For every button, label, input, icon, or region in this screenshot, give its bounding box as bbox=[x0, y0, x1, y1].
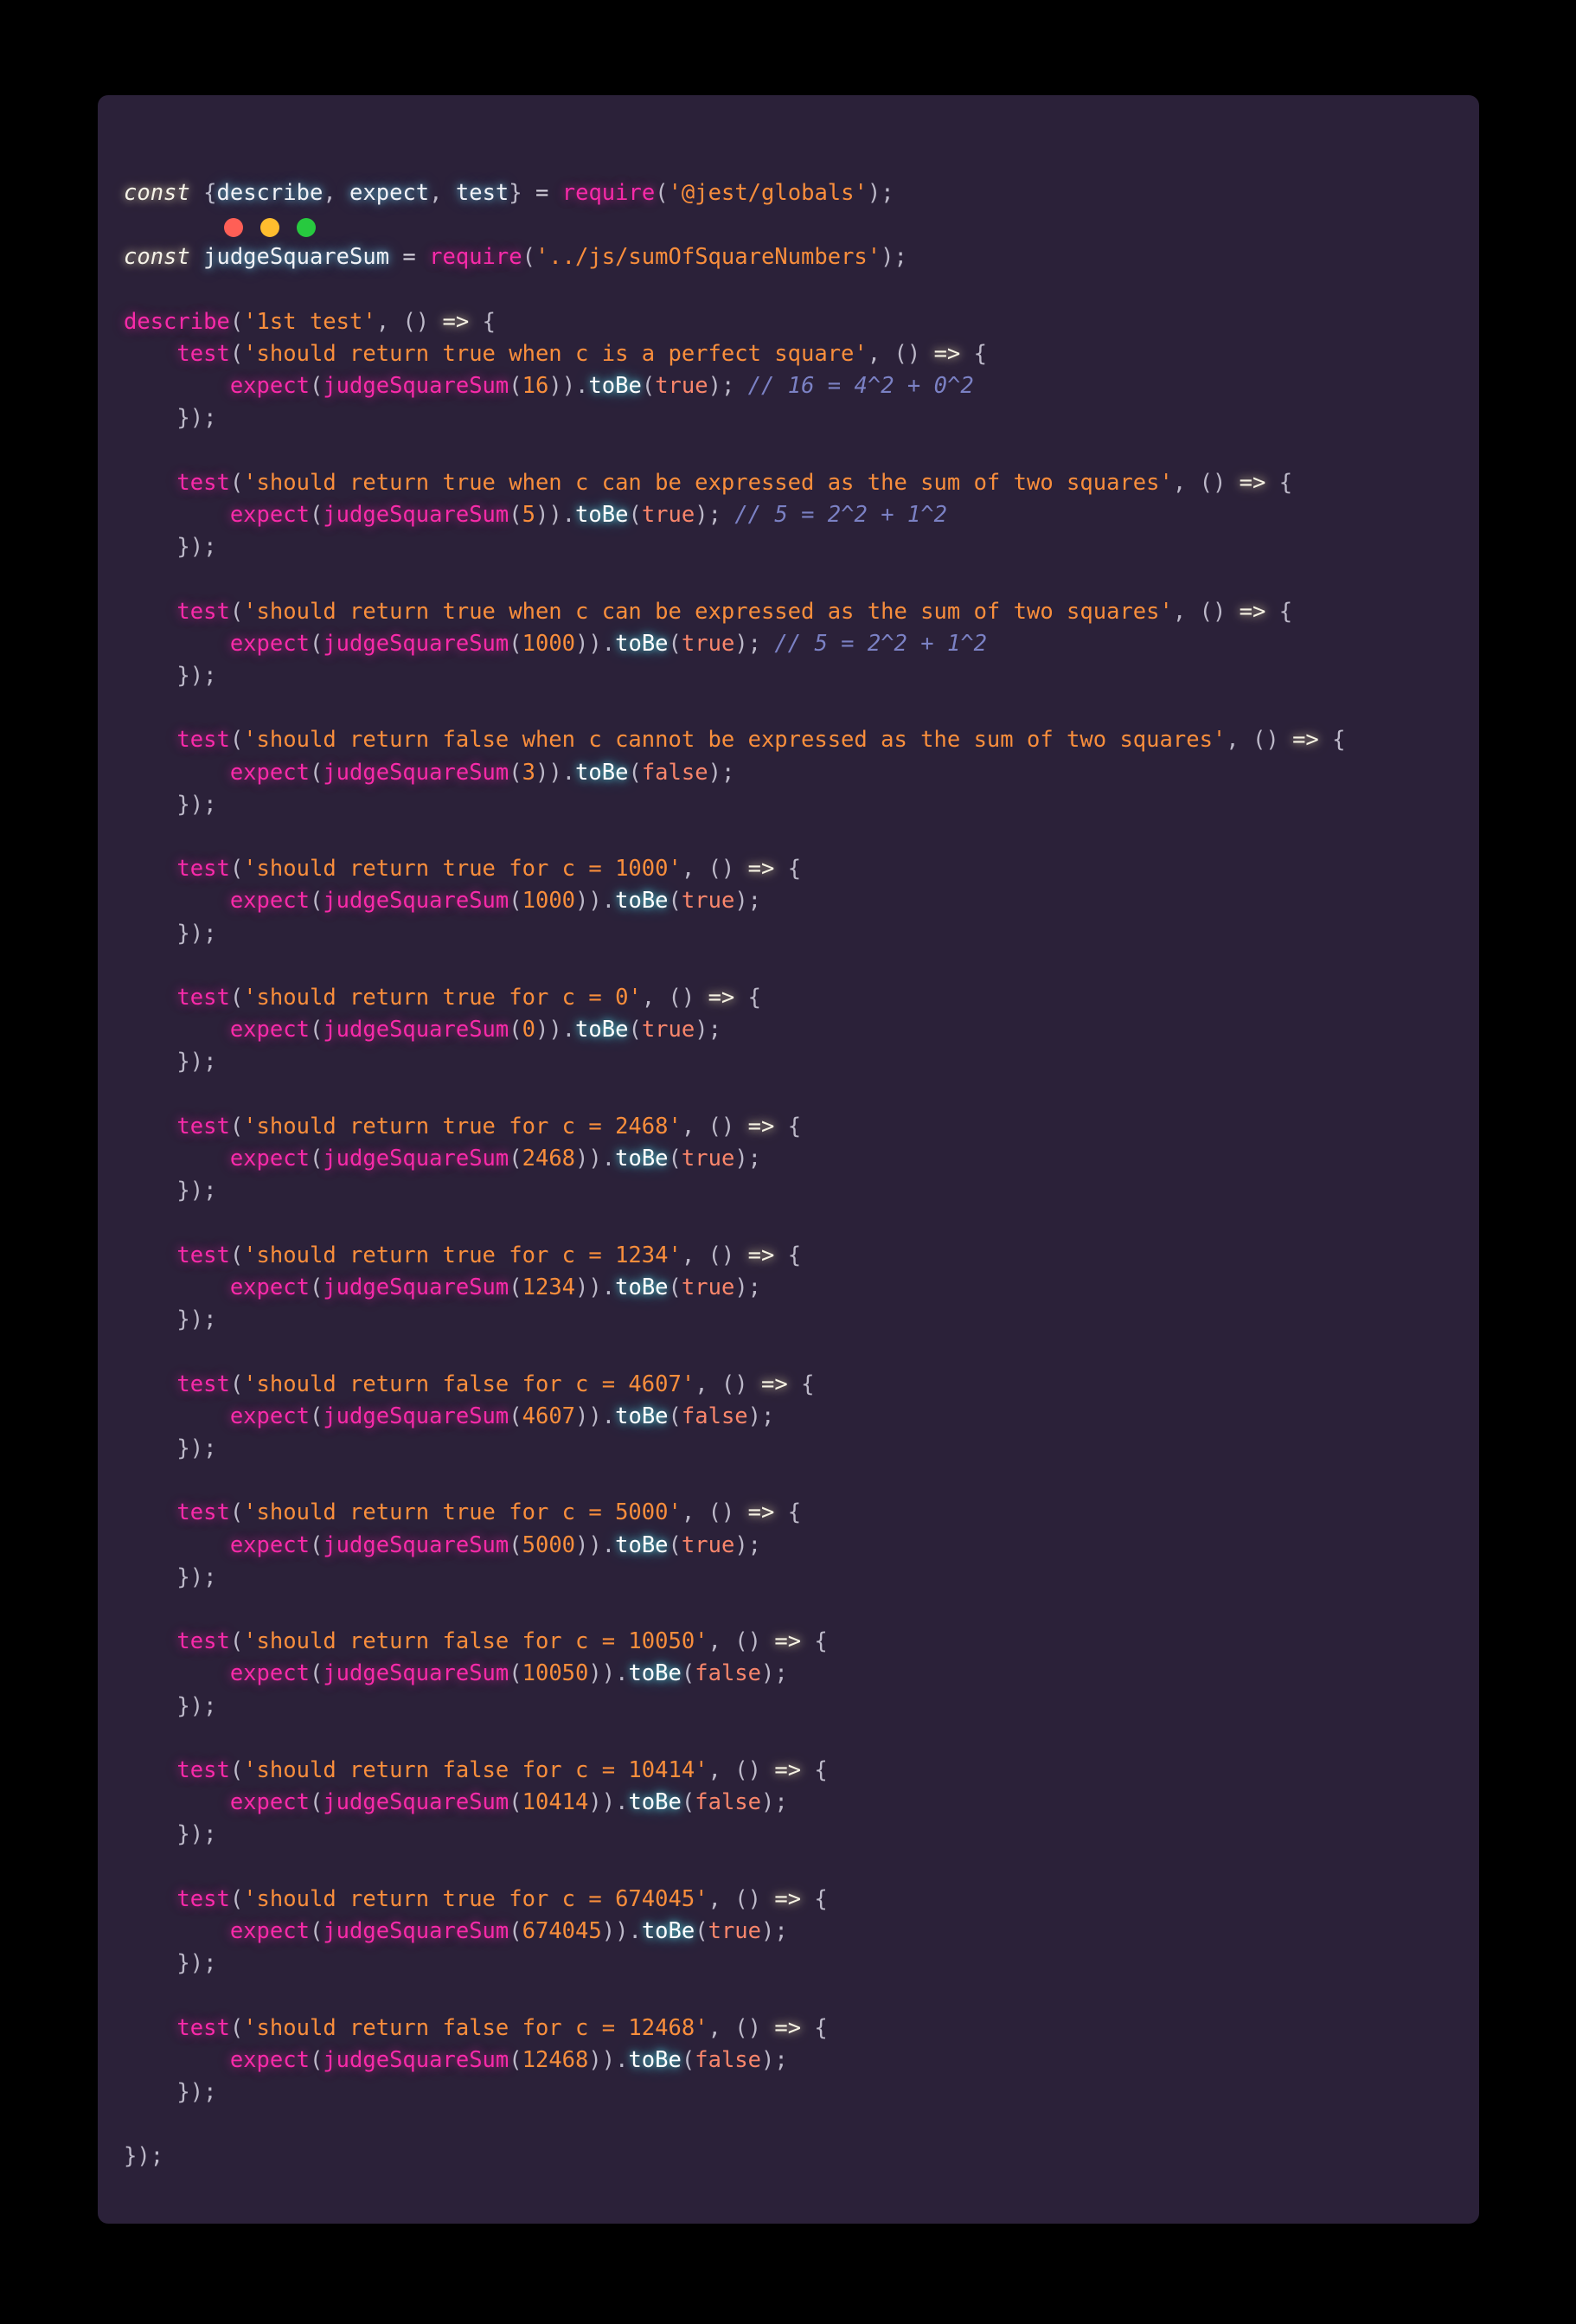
screenshot-stage: const {describe, expect, test} = require… bbox=[0, 0, 1576, 2324]
source-code[interactable]: const {describe, expect, test} = require… bbox=[124, 177, 1479, 2173]
code-window-card: const {describe, expect, test} = require… bbox=[98, 95, 1479, 2224]
code-editor-area[interactable]: const {describe, expect, test} = require… bbox=[124, 177, 1479, 2224]
window-titlebar bbox=[98, 95, 1479, 149]
